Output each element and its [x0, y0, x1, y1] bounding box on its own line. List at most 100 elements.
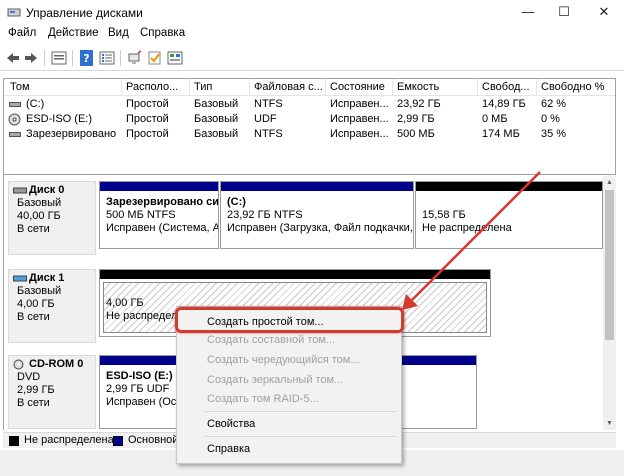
disk-icon [13, 187, 27, 194]
volume-layout: Простой [126, 98, 169, 110]
scroll-down-icon[interactable]: ▼ [603, 417, 616, 430]
partition-size: 15,58 ГБ [422, 209, 466, 221]
column-header-filesystem[interactable]: Файловая с... [254, 81, 326, 93]
partition-size: 4,00 ГБ [106, 297, 144, 309]
menu-item-create-raid5-volume: Создать том RAID-5... [207, 393, 319, 405]
highlight-frame [175, 307, 404, 333]
volume-list-header: Том Располо... Тип Файловая с... Состоян… [4, 79, 615, 96]
partition-status: Не распредел [106, 310, 178, 322]
partition-status: Исправен (Осн [106, 396, 183, 408]
partition-size: 500 МБ NTFS [106, 209, 176, 221]
volume-name: (C:) [26, 98, 45, 110]
back-arrow-icon[interactable] [4, 49, 22, 67]
legend-label-unallocated: Не распределена [24, 434, 114, 446]
partition-unallocated-disk0[interactable]: 15,58 ГБ Не распределена [415, 181, 603, 249]
volume-capacity: 500 МБ [397, 128, 435, 140]
menu-item-create-mirrored-volume: Создать зеркальный том... [207, 374, 344, 386]
legend-label-primary: Основной [128, 434, 179, 446]
menu-item-properties[interactable]: Свойства [207, 418, 255, 430]
volume-percent-free: 62 % [541, 98, 567, 110]
refresh-icon[interactable] [166, 49, 184, 67]
check-icon[interactable] [146, 49, 164, 67]
disk-type: Базовый [17, 285, 62, 297]
scroll-thumb[interactable] [605, 190, 614, 340]
dvd-drive-icon [13, 359, 24, 370]
partition-status: Исправен (Загрузка, Файл подкачки, [227, 222, 413, 234]
partition-reserved[interactable]: Зарезервировано си 500 МБ NTFS Исправен … [99, 181, 219, 249]
partition-size: 2,99 ГБ UDF [106, 383, 170, 395]
volume-capacity: 2,99 ГБ [397, 113, 435, 125]
disk-0-label[interactable]: Диск 0 Базовый 40,00 ГБ В сети [8, 181, 96, 255]
disk-status: В сети [17, 311, 50, 323]
disk-status: В сети [17, 223, 50, 235]
disk-type: Базовый [17, 197, 62, 209]
menu-file[interactable]: Файл [8, 27, 36, 39]
maximize-button[interactable]: ☐ [546, 2, 582, 22]
volume-layout: Простой [126, 128, 169, 140]
volume-layout: Простой [126, 113, 169, 125]
menu-separator [205, 436, 397, 437]
volume-name: ESD-ISO (E:) [26, 113, 93, 125]
menu-help[interactable]: Справка [140, 27, 185, 39]
disk-name: CD-ROM 0 [29, 358, 84, 370]
connect-icon[interactable] [126, 49, 144, 67]
disk-name: Диск 0 [29, 184, 65, 196]
menu-item-create-striped-volume: Создать чередующийся том... [207, 354, 360, 366]
partition-title: ESD-ISO (E:) [106, 370, 173, 382]
disk-icon [13, 275, 27, 282]
disk-size: 2,99 ГБ [17, 384, 55, 396]
menu-separator [205, 411, 397, 412]
column-header-volume[interactable]: Том [10, 81, 120, 93]
volume-type: Базовый [194, 98, 239, 110]
menu-item-help[interactable]: Справка [207, 443, 250, 455]
volume-capacity: 23,92 ГБ [397, 98, 441, 110]
disk-name: Диск 1 [29, 272, 65, 284]
disk-status: В сети [17, 397, 50, 409]
volume-status: Исправен... [330, 128, 389, 140]
menu-action[interactable]: Действие [48, 27, 99, 39]
menu-view[interactable]: Вид [108, 27, 129, 39]
volume-free: 0 МБ [482, 113, 508, 125]
close-button[interactable]: ✕ [586, 2, 622, 22]
volume-status: Исправен... [330, 113, 389, 125]
vertical-scrollbar[interactable]: ▲ ▼ [603, 176, 616, 430]
column-header-type[interactable]: Тип [194, 81, 248, 93]
volume-percent-free: 35 % [541, 128, 567, 140]
volume-percent-free: 0 % [541, 113, 560, 125]
properties-icon[interactable] [50, 49, 68, 67]
legend-swatch-primary [113, 436, 123, 446]
svg-text:?: ? [83, 52, 89, 65]
volume-type: Базовый [194, 113, 239, 125]
column-header-percent-free[interactable]: Свободно % [541, 81, 613, 93]
volume-free: 174 МБ [482, 128, 520, 140]
window-title: Управление дисками [26, 6, 143, 20]
list-view-icon[interactable] [98, 49, 116, 67]
volume-free: 14,89 ГБ [482, 98, 526, 110]
column-header-free-space[interactable]: Свобод... [482, 81, 536, 93]
volume-list: Том Располо... Тип Файловая с... Состоян… [3, 78, 616, 174]
volume-row[interactable]: ESD-ISO (E:) Простой Базовый UDF Исправе… [4, 112, 615, 127]
minimize-button[interactable]: — [510, 2, 546, 22]
scroll-up-icon[interactable]: ▲ [603, 176, 616, 189]
help-icon[interactable]: ? [78, 49, 96, 67]
column-header-status[interactable]: Состояние [330, 81, 392, 93]
cdrom-0-label[interactable]: CD-ROM 0 DVD 2,99 ГБ В сети [8, 355, 96, 429]
disk-size: 4,00 ГБ [17, 298, 55, 310]
dvd-drive-icon [8, 113, 21, 126]
partition-size: 23,92 ГБ NTFS [227, 209, 303, 221]
volume-type: Базовый [194, 128, 239, 140]
title-bar: Управление дисками — ☐ ✕ [0, 0, 624, 24]
partition-c[interactable]: (C:) 23,92 ГБ NTFS Исправен (Загрузка, Ф… [220, 181, 414, 249]
column-header-capacity[interactable]: Емкость [397, 81, 477, 93]
forward-arrow-icon[interactable] [22, 49, 40, 67]
menu-item-create-spanned-volume: Создать составной том... [207, 334, 336, 346]
volume-row[interactable]: Зарезервировано ... Простой Базовый NTFS… [4, 127, 615, 142]
drive-icon [9, 132, 21, 137]
disk-1-label[interactable]: Диск 1 Базовый 4,00 ГБ В сети [8, 269, 96, 343]
toolbar: ? [0, 45, 624, 71]
volume-name: Зарезервировано ... [26, 128, 120, 140]
volume-filesystem: NTFS [254, 128, 283, 140]
volume-row[interactable]: (C:) Простой Базовый NTFS Исправен... 23… [4, 97, 615, 112]
column-header-layout[interactable]: Располо... [126, 81, 190, 93]
partition-title: (C:) [227, 196, 246, 208]
